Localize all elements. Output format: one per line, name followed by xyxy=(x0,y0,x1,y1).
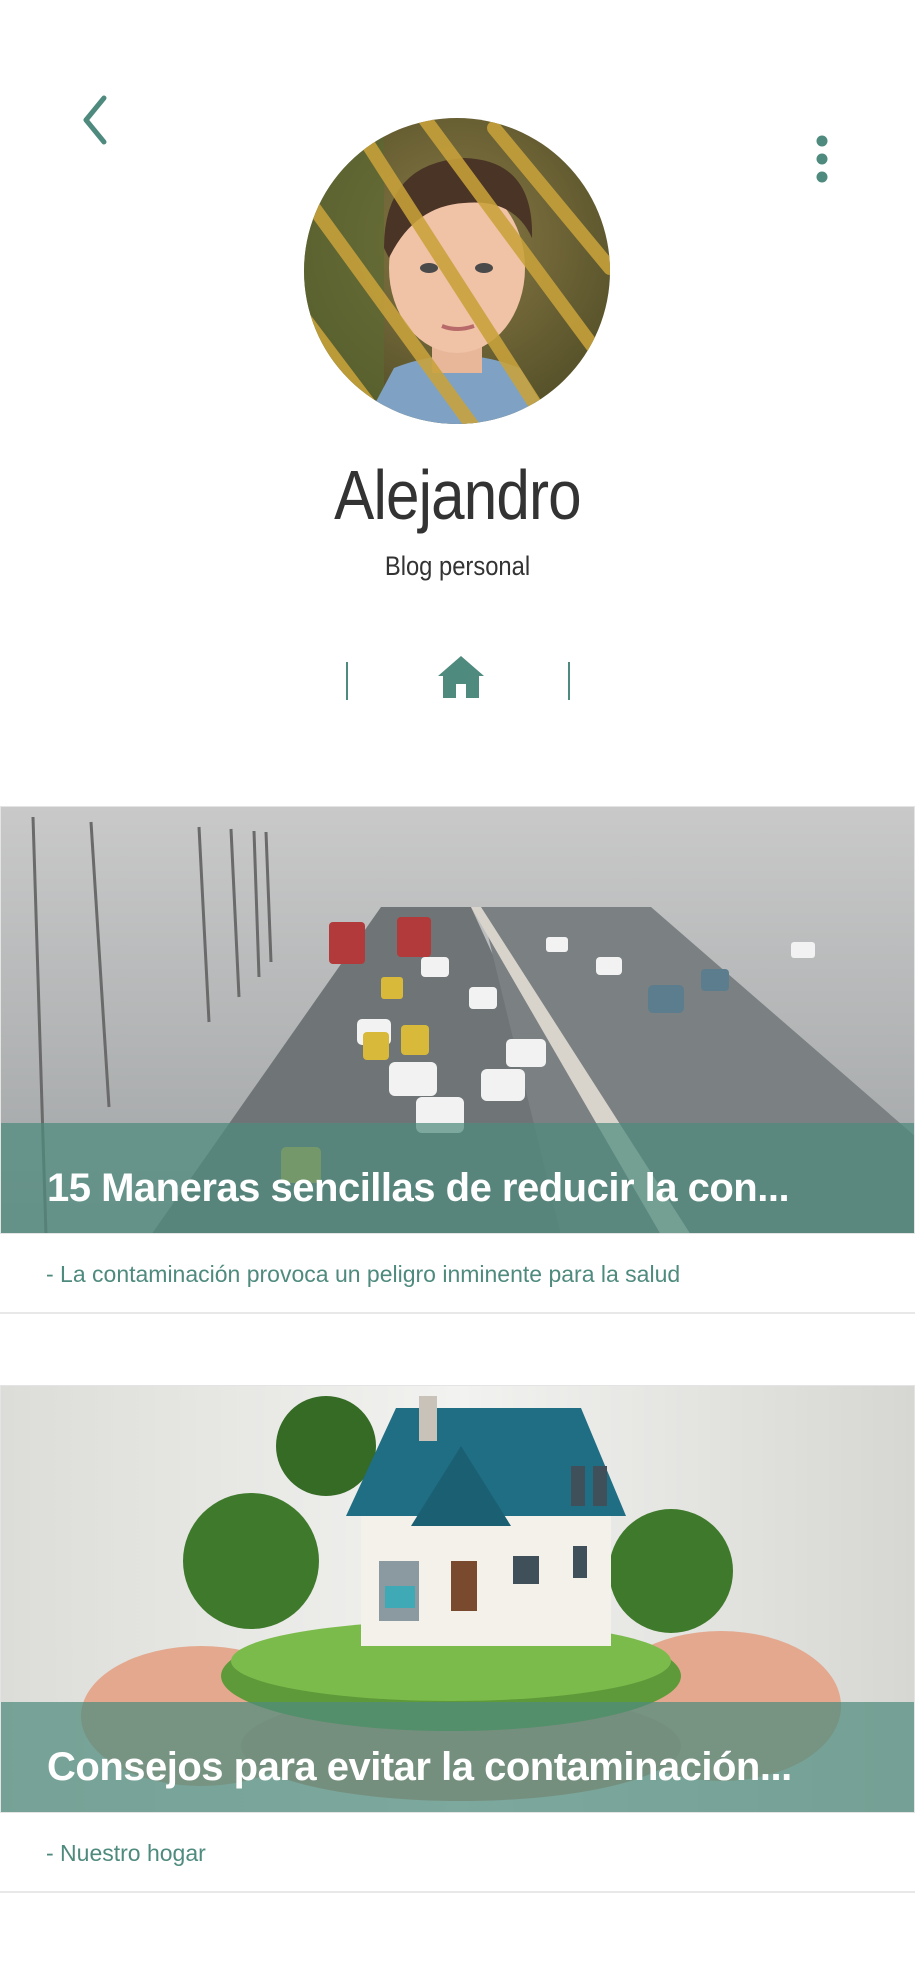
post-title-overlay: 15 Maneras sencillas de reducir la con..… xyxy=(1,1123,914,1233)
post-card[interactable]: Consejos para evitar la contaminación...… xyxy=(0,1385,915,1893)
chevron-left-icon xyxy=(83,95,107,145)
divider xyxy=(0,1891,915,1893)
tab-home[interactable] xyxy=(436,654,486,700)
divider xyxy=(0,1312,915,1314)
tab-divider-right xyxy=(568,662,570,700)
post-description: - La contaminación provoca un peligro in… xyxy=(46,1261,681,1287)
more-options-button[interactable] xyxy=(802,134,842,184)
avatar xyxy=(304,118,610,424)
profile-subtitle: Blog personal xyxy=(384,551,531,581)
profile-photo xyxy=(304,118,610,424)
post-card[interactable]: 15 Maneras sencillas de reducir la con..… xyxy=(0,806,915,1314)
profile-tabbar xyxy=(0,650,915,700)
post-description: - Nuestro hogar xyxy=(46,1840,206,1866)
profile-name: Alejandro xyxy=(334,456,581,534)
post-title-overlay: Consejos para evitar la contaminación... xyxy=(1,1702,914,1812)
tab-divider-left xyxy=(346,662,348,700)
post-image: Consejos para evitar la contaminación... xyxy=(0,1385,915,1813)
post-title: Consejos para evitar la contaminación... xyxy=(47,1745,792,1789)
post-title: 15 Maneras sencillas de reducir la con..… xyxy=(47,1166,790,1210)
vertical-dots-icon xyxy=(816,135,828,183)
post-image: 15 Maneras sencillas de reducir la con..… xyxy=(0,806,915,1234)
home-icon xyxy=(438,656,484,698)
back-button[interactable] xyxy=(74,92,118,148)
